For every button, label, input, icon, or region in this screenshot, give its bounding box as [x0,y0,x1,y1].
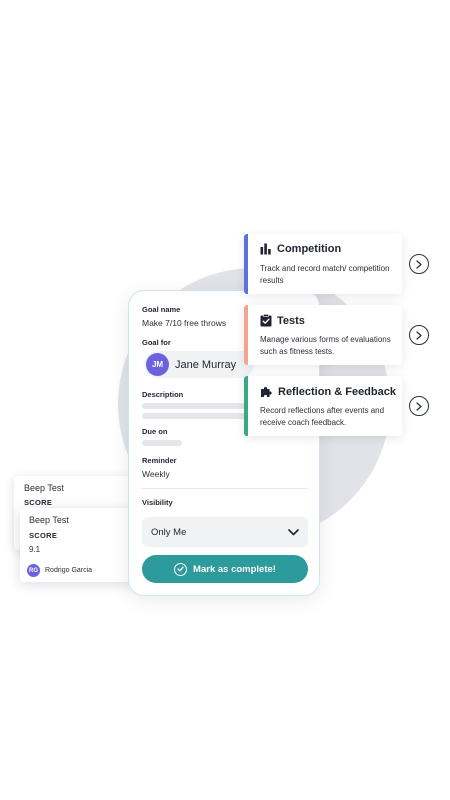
description-label: Description [142,390,184,399]
chevron-right-icon [416,330,422,340]
mark-complete-label: Mark as complete! [193,563,276,575]
score-value: 9.1 [29,545,41,554]
score-label: SCORE [24,498,53,507]
accent-bar [244,305,248,365]
chevron-right-icon [416,401,422,411]
chevron-right-icon [416,259,422,269]
accent-bar [244,376,248,436]
reminder-value[interactable]: Weekly [142,469,170,479]
reflection-arrow-button[interactable] [409,396,429,416]
reminder-label: Reminder [142,456,177,465]
goal-name-value[interactable]: Make 7/10 free throws [142,318,226,328]
visibility-value: Only Me [151,526,187,538]
avatar: RG [27,564,40,577]
goal-for-user-chip[interactable]: JM Jane Murray [144,351,254,378]
mark-complete-button[interactable]: Mark as complete! [142,555,308,583]
feature-card-tests[interactable]: Tests Manage various forms of evaluation… [244,305,402,365]
user-name: Rodrigo Garcia [45,567,93,574]
feature-title: Tests [277,314,305,327]
feature-card-reflection[interactable]: Reflection & Feedback Record reflections… [244,376,402,436]
feature-title: Competition [277,243,342,255]
test-card-title: Beep Test [29,515,69,525]
chevron-down-icon [288,528,299,535]
puzzle-icon [261,386,272,397]
feature-title: Reflection & Feedback [278,385,396,398]
divider [142,488,308,489]
visibility-select[interactable]: Only Me [142,517,308,547]
goal-for-label: Goal for [142,338,171,347]
user-name: Jane Murray [175,358,237,371]
tests-arrow-button[interactable] [409,325,429,345]
due-on-placeholder[interactable] [142,440,182,446]
avatar: JM [146,353,169,376]
goal-name-label: Goal name [142,305,181,314]
clipboard-check-icon [260,314,272,327]
check-circle-icon [174,562,188,576]
feature-card-competition[interactable]: Competition Track and record match/ comp… [244,234,402,294]
feature-description: Record reflections after events and rece… [260,406,385,427]
feature-description: Manage various forms of evaluations such… [260,335,391,356]
due-on-label: Due on [142,427,168,436]
test-card-front[interactable]: Beep Test SCORE 9.1 RG Rodrigo Garcia [20,508,142,582]
test-card-title: Beep Test [24,483,64,493]
competition-arrow-button[interactable] [409,254,429,274]
score-label: SCORE [29,531,58,540]
accent-bar [244,234,248,294]
feature-description: Track and record match/ competition resu… [260,264,390,285]
visibility-label: Visibility [142,498,173,507]
bar-chart-icon [260,243,271,255]
